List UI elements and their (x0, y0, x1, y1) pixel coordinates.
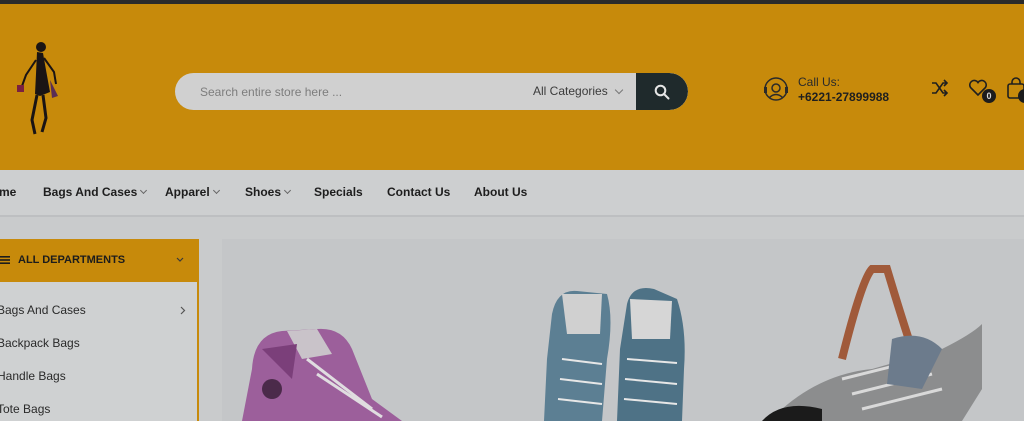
all-departments-toggle[interactable]: ALL DEPARTMENTS (0, 239, 199, 282)
department-item[interactable]: Backpack Bags (0, 336, 80, 350)
nav-item-shoes[interactable]: Shoes (245, 170, 292, 215)
category-select-label: All Categories (533, 84, 608, 98)
nav-item-label: Apparel (165, 185, 210, 199)
nav-item-label: me (0, 185, 17, 199)
nav-item-about-us[interactable]: About Us (474, 170, 527, 215)
chevron-down-icon (283, 186, 292, 195)
nav-item-contact-us[interactable]: Contact Us (387, 170, 450, 215)
chevron-down-icon (140, 186, 148, 195)
call-label: Call Us: (798, 75, 841, 89)
department-item-label: Bags And Cases (0, 303, 86, 317)
nav-item-label: Bags And Cases (43, 185, 138, 199)
department-item-label: Backpack Bags (0, 336, 80, 350)
search-bar: All Categories (175, 73, 688, 110)
department-item-label: Tote Bags (0, 402, 51, 416)
nav-item-apparel[interactable]: Apparel (165, 170, 220, 215)
search-input[interactable] (200, 73, 500, 110)
department-item[interactable]: Handle Bags (0, 369, 66, 383)
departments-list: Bags And Cases Backpack Bags Handle Bags… (0, 282, 199, 421)
department-item-label: Handle Bags (0, 369, 66, 383)
nav-item-label: About Us (474, 185, 528, 199)
support-agent-icon (764, 77, 788, 101)
search-icon (654, 84, 670, 99)
shoes-banner-image (242, 265, 982, 421)
department-item[interactable]: Tote Bags (0, 402, 50, 416)
nav-item-home[interactable]: me (0, 170, 16, 215)
wishlist-count-badge: 0 (982, 89, 996, 103)
chevron-right-icon (180, 306, 186, 315)
logo-icon[interactable] (6, 40, 62, 138)
shuffle-icon[interactable] (931, 79, 949, 97)
search-button[interactable] (636, 73, 688, 110)
nav-item-specials[interactable]: Specials (314, 170, 363, 215)
department-item[interactable]: Bags And Cases (0, 303, 86, 317)
nav-item-label: Contact Us (387, 185, 451, 199)
site-header: All Categories Call Us: +6221-27899988 0 (0, 4, 1024, 170)
category-select[interactable]: All Categories (533, 73, 623, 110)
chevron-down-icon (212, 186, 220, 195)
chevron-down-icon (176, 257, 184, 262)
nav-item-label: Shoes (245, 185, 282, 199)
hero-banner[interactable] (222, 239, 1024, 421)
nav-item-label: Specials (314, 185, 363, 199)
nav-item-bags-and-cases[interactable]: Bags And Cases (43, 170, 148, 215)
chevron-down-icon (614, 85, 623, 95)
menu-icon (0, 256, 10, 264)
cart-count-badge (1018, 89, 1024, 103)
call-number[interactable]: +6221-27899988 (798, 90, 889, 104)
all-departments-title: ALL DEPARTMENTS (18, 254, 126, 266)
main-nav: me Bags And Cases Apparel Shoes Specials… (0, 170, 1024, 217)
